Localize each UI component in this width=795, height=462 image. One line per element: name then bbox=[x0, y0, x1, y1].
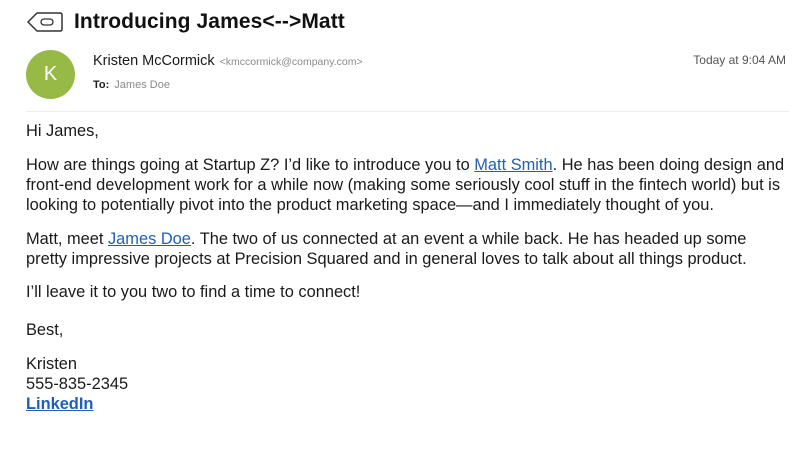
paragraph-meet: Matt, meet James Doe. The two of us conn… bbox=[26, 229, 786, 269]
email-timestamp: Today at 9:04 AM bbox=[693, 53, 786, 67]
sender-block: Kristen McCormick <kmccormick@company.co… bbox=[93, 53, 363, 91]
header-divider bbox=[26, 111, 789, 112]
sender-email[interactable]: <kmccormick@company.com> bbox=[220, 56, 363, 68]
linkedin-link[interactable]: LinkedIn bbox=[26, 395, 93, 413]
sender-name[interactable]: Kristen McCormick bbox=[93, 53, 215, 69]
recipient-line: To: James Doe bbox=[93, 79, 363, 91]
recipient-name[interactable]: James Doe bbox=[114, 79, 170, 91]
sender-avatar[interactable]: K bbox=[26, 50, 75, 99]
closing: Best, bbox=[26, 321, 64, 339]
sender-line: Kristen McCormick <kmccormick@company.co… bbox=[93, 53, 363, 73]
to-label: To: bbox=[93, 79, 110, 91]
subject-row: Introducing James<-->Matt bbox=[26, 6, 345, 38]
email-body: Hi James, How are things going at Startu… bbox=[26, 121, 786, 414]
paragraph-intro-text-1: How are things going at Startup Z? I’d l… bbox=[26, 156, 475, 174]
signature-block: Kristen 555-835-2345 LinkedIn bbox=[26, 354, 786, 414]
matt-smith-link[interactable]: Matt Smith bbox=[474, 156, 552, 174]
tag-icon[interactable] bbox=[26, 10, 64, 34]
email-subject: Introducing James<-->Matt bbox=[74, 10, 345, 33]
greeting: Hi James, bbox=[26, 122, 99, 140]
paragraph-connect: I’ll leave it to you two to find a time … bbox=[26, 283, 361, 301]
paragraph-meet-text-1: Matt, meet bbox=[26, 230, 108, 248]
signature-name: Kristen bbox=[26, 355, 78, 373]
signature-phone: 555-835-2345 bbox=[26, 375, 129, 393]
james-doe-link[interactable]: James Doe bbox=[108, 230, 191, 248]
paragraph-intro: How are things going at Startup Z? I’d l… bbox=[26, 155, 786, 215]
